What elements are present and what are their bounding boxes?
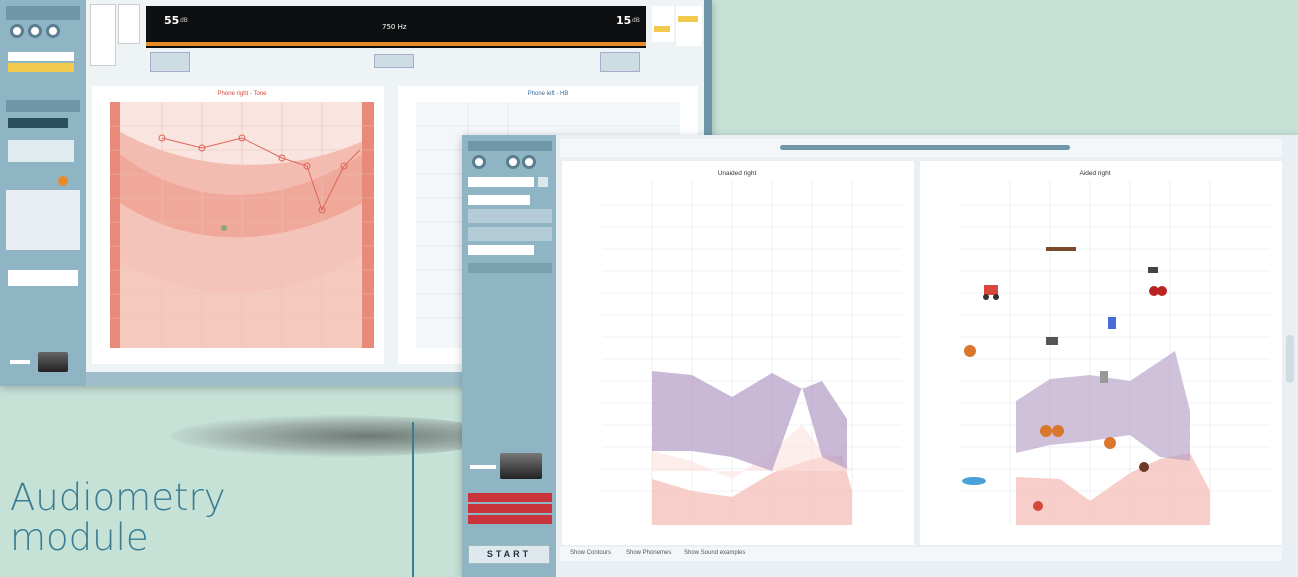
monitor-stand-shadow xyxy=(170,415,500,457)
side-panel-tab[interactable] xyxy=(1286,335,1294,383)
speaker-icon[interactable] xyxy=(506,155,520,169)
side-button-1[interactable] xyxy=(468,493,552,502)
stimulus-left-unit: dB xyxy=(180,17,188,24)
right-ear-chart-title: Phone right - Tone xyxy=(218,91,268,97)
device-image xyxy=(500,453,542,479)
headline-line-1: Audiometry xyxy=(10,476,226,519)
show-phonemes-checkbox[interactable]: Show Phonemes xyxy=(626,550,671,556)
front-window: START Unaided right Aided right Show Con… xyxy=(462,135,1298,577)
right-ear-audiogram[interactable]: Phone right - Tone xyxy=(92,86,384,364)
protocol-list-2[interactable] xyxy=(118,4,140,44)
right-ear-stepper[interactable] xyxy=(600,52,640,72)
headline-line-2: module xyxy=(10,516,149,559)
front-sidebar: START xyxy=(462,135,556,577)
unaided-right-chart[interactable]: Unaided right xyxy=(562,161,914,545)
front-top-bar xyxy=(560,139,1282,157)
stimulus-left-level: 55 xyxy=(164,14,180,27)
left-ear-chart-title: Phone left - HB xyxy=(528,91,569,97)
headphone-icon[interactable] xyxy=(472,155,486,169)
protocol-list[interactable] xyxy=(90,4,116,66)
frequency-stepper[interactable] xyxy=(374,54,414,68)
show-contours-checkbox[interactable]: Show Contours xyxy=(570,550,611,556)
back-sidebar xyxy=(0,0,86,386)
device-image xyxy=(38,352,68,372)
globe-icon[interactable] xyxy=(522,155,536,169)
start-button[interactable]: START xyxy=(468,545,550,564)
toolbar-icon[interactable] xyxy=(10,24,24,38)
headline: Audiometry module xyxy=(10,478,330,558)
side-button-3[interactable] xyxy=(468,515,552,524)
input-select[interactable] xyxy=(468,195,530,205)
divider-line xyxy=(412,422,414,577)
frequency-readout: 750 Hz xyxy=(382,23,407,31)
toolbar-icon[interactable] xyxy=(46,24,60,38)
stimulus-right-level: 15 xyxy=(616,14,632,27)
bottom-bar: Show Contours Show Phonemes Show Sound e… xyxy=(560,547,1282,561)
aided-right-chart[interactable]: Aided right xyxy=(920,161,1282,545)
transducer-select[interactable] xyxy=(468,177,534,187)
search-icon[interactable] xyxy=(538,177,548,187)
unaided-chart-title: Unaided right xyxy=(718,170,757,177)
toolbar-icon[interactable] xyxy=(28,24,42,38)
record-button[interactable] xyxy=(58,176,68,186)
stimulus-right-unit: dB xyxy=(632,17,640,24)
level-field[interactable] xyxy=(468,245,534,255)
show-sound-examples-checkbox[interactable]: Show Sound examples xyxy=(684,550,745,556)
side-button-2[interactable] xyxy=(468,504,552,513)
left-ear-stepper[interactable] xyxy=(150,52,190,72)
aided-chart-title: Aided right xyxy=(1079,170,1110,177)
